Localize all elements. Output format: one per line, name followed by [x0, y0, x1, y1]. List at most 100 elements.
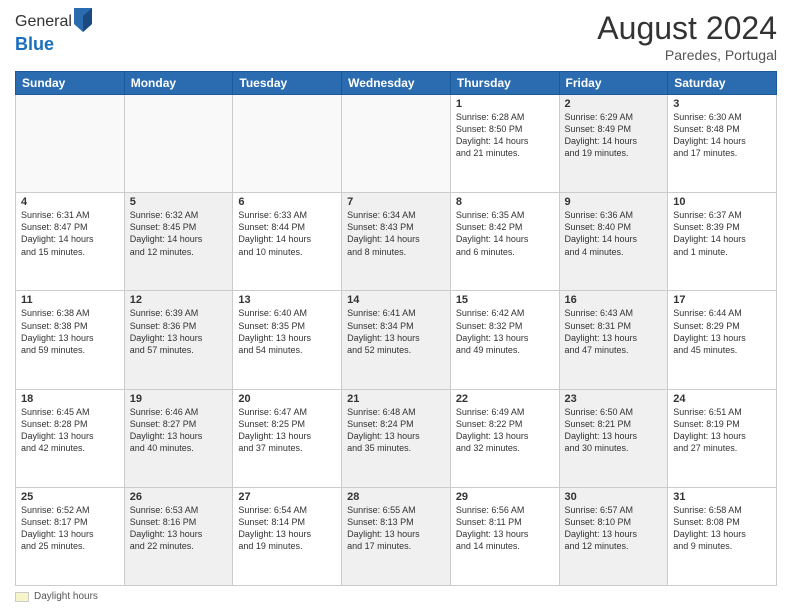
day-info: Sunrise: 6:38 AMSunset: 8:38 PMDaylight:…: [21, 307, 119, 356]
day-info: Sunrise: 6:56 AMSunset: 8:11 PMDaylight:…: [456, 504, 554, 553]
calendar-day-cell: 19Sunrise: 6:46 AMSunset: 8:27 PMDayligh…: [124, 389, 233, 487]
day-info: Sunrise: 6:30 AMSunset: 8:48 PMDaylight:…: [673, 111, 771, 160]
day-number: 17: [673, 294, 771, 306]
calendar-week-row: 1Sunrise: 6:28 AMSunset: 8:50 PMDaylight…: [16, 95, 777, 193]
day-info: Sunrise: 6:33 AMSunset: 8:44 PMDaylight:…: [238, 209, 336, 258]
day-number: 7: [347, 196, 445, 208]
day-info: Sunrise: 6:47 AMSunset: 8:25 PMDaylight:…: [238, 406, 336, 455]
day-number: 20: [238, 393, 336, 405]
day-info: Sunrise: 6:52 AMSunset: 8:17 PMDaylight:…: [21, 504, 119, 553]
logo: General Blue: [15, 10, 92, 55]
calendar-day-cell: [233, 95, 342, 193]
calendar-day-cell: 15Sunrise: 6:42 AMSunset: 8:32 PMDayligh…: [450, 291, 559, 389]
calendar-week-row: 25Sunrise: 6:52 AMSunset: 8:17 PMDayligh…: [16, 487, 777, 585]
day-number: 13: [238, 294, 336, 306]
day-info: Sunrise: 6:44 AMSunset: 8:29 PMDaylight:…: [673, 307, 771, 356]
calendar-table: SundayMondayTuesdayWednesdayThursdayFrid…: [15, 71, 777, 586]
day-info: Sunrise: 6:36 AMSunset: 8:40 PMDaylight:…: [565, 209, 663, 258]
day-number: 23: [565, 393, 663, 405]
calendar-day-cell: 7Sunrise: 6:34 AMSunset: 8:43 PMDaylight…: [342, 193, 451, 291]
day-info: Sunrise: 6:31 AMSunset: 8:47 PMDaylight:…: [21, 209, 119, 258]
day-number: 6: [238, 196, 336, 208]
day-info: Sunrise: 6:34 AMSunset: 8:43 PMDaylight:…: [347, 209, 445, 258]
day-info: Sunrise: 6:46 AMSunset: 8:27 PMDaylight:…: [130, 406, 228, 455]
day-info: Sunrise: 6:55 AMSunset: 8:13 PMDaylight:…: [347, 504, 445, 553]
calendar-day-cell: 21Sunrise: 6:48 AMSunset: 8:24 PMDayligh…: [342, 389, 451, 487]
logo-general-text: General: [15, 13, 72, 31]
calendar-day-cell: 28Sunrise: 6:55 AMSunset: 8:13 PMDayligh…: [342, 487, 451, 585]
weekday-header: Monday: [124, 72, 233, 95]
day-info: Sunrise: 6:51 AMSunset: 8:19 PMDaylight:…: [673, 406, 771, 455]
logo-blue-text: Blue: [15, 34, 54, 54]
calendar-day-cell: 29Sunrise: 6:56 AMSunset: 8:11 PMDayligh…: [450, 487, 559, 585]
calendar-day-cell: 4Sunrise: 6:31 AMSunset: 8:47 PMDaylight…: [16, 193, 125, 291]
header: General Blue August 2024 Paredes, Portug…: [15, 10, 777, 63]
legend-label: Daylight hours: [34, 591, 98, 602]
weekday-header: Friday: [559, 72, 668, 95]
legend-box: [15, 592, 29, 602]
day-number: 3: [673, 98, 771, 110]
day-info: Sunrise: 6:54 AMSunset: 8:14 PMDaylight:…: [238, 504, 336, 553]
day-info: Sunrise: 6:39 AMSunset: 8:36 PMDaylight:…: [130, 307, 228, 356]
calendar-day-cell: [342, 95, 451, 193]
calendar-day-cell: 5Sunrise: 6:32 AMSunset: 8:45 PMDaylight…: [124, 193, 233, 291]
calendar-day-cell: 11Sunrise: 6:38 AMSunset: 8:38 PMDayligh…: [16, 291, 125, 389]
day-number: 19: [130, 393, 228, 405]
calendar-day-cell: 3Sunrise: 6:30 AMSunset: 8:48 PMDaylight…: [668, 95, 777, 193]
day-number: 12: [130, 294, 228, 306]
day-number: 22: [456, 393, 554, 405]
weekday-header: Tuesday: [233, 72, 342, 95]
calendar-day-cell: 8Sunrise: 6:35 AMSunset: 8:42 PMDaylight…: [450, 193, 559, 291]
day-number: 27: [238, 491, 336, 503]
calendar-week-row: 18Sunrise: 6:45 AMSunset: 8:28 PMDayligh…: [16, 389, 777, 487]
calendar-day-cell: 22Sunrise: 6:49 AMSunset: 8:22 PMDayligh…: [450, 389, 559, 487]
day-info: Sunrise: 6:49 AMSunset: 8:22 PMDaylight:…: [456, 406, 554, 455]
day-number: 11: [21, 294, 119, 306]
day-info: Sunrise: 6:50 AMSunset: 8:21 PMDaylight:…: [565, 406, 663, 455]
day-number: 24: [673, 393, 771, 405]
day-number: 8: [456, 196, 554, 208]
day-number: 5: [130, 196, 228, 208]
day-number: 25: [21, 491, 119, 503]
day-number: 31: [673, 491, 771, 503]
day-number: 26: [130, 491, 228, 503]
day-number: 14: [347, 294, 445, 306]
day-info: Sunrise: 6:43 AMSunset: 8:31 PMDaylight:…: [565, 307, 663, 356]
day-number: 1: [456, 98, 554, 110]
day-info: Sunrise: 6:58 AMSunset: 8:08 PMDaylight:…: [673, 504, 771, 553]
day-number: 2: [565, 98, 663, 110]
logo-icon: [74, 8, 92, 32]
calendar-day-cell: 26Sunrise: 6:53 AMSunset: 8:16 PMDayligh…: [124, 487, 233, 585]
calendar-day-cell: 2Sunrise: 6:29 AMSunset: 8:49 PMDaylight…: [559, 95, 668, 193]
weekday-header: Sunday: [16, 72, 125, 95]
legend: Daylight hours: [15, 591, 777, 602]
day-info: Sunrise: 6:28 AMSunset: 8:50 PMDaylight:…: [456, 111, 554, 160]
calendar-day-cell: 6Sunrise: 6:33 AMSunset: 8:44 PMDaylight…: [233, 193, 342, 291]
day-info: Sunrise: 6:41 AMSunset: 8:34 PMDaylight:…: [347, 307, 445, 356]
day-info: Sunrise: 6:57 AMSunset: 8:10 PMDaylight:…: [565, 504, 663, 553]
day-info: Sunrise: 6:35 AMSunset: 8:42 PMDaylight:…: [456, 209, 554, 258]
calendar-day-cell: 24Sunrise: 6:51 AMSunset: 8:19 PMDayligh…: [668, 389, 777, 487]
weekday-header: Thursday: [450, 72, 559, 95]
page: General Blue August 2024 Paredes, Portug…: [0, 0, 792, 612]
day-info: Sunrise: 6:45 AMSunset: 8:28 PMDaylight:…: [21, 406, 119, 455]
title-block: August 2024 Paredes, Portugal: [597, 10, 777, 63]
calendar-day-cell: 14Sunrise: 6:41 AMSunset: 8:34 PMDayligh…: [342, 291, 451, 389]
calendar-day-cell: 31Sunrise: 6:58 AMSunset: 8:08 PMDayligh…: [668, 487, 777, 585]
calendar-day-cell: 9Sunrise: 6:36 AMSunset: 8:40 PMDaylight…: [559, 193, 668, 291]
day-number: 30: [565, 491, 663, 503]
calendar-day-cell: 13Sunrise: 6:40 AMSunset: 8:35 PMDayligh…: [233, 291, 342, 389]
weekday-header: Saturday: [668, 72, 777, 95]
calendar-day-cell: 20Sunrise: 6:47 AMSunset: 8:25 PMDayligh…: [233, 389, 342, 487]
day-info: Sunrise: 6:42 AMSunset: 8:32 PMDaylight:…: [456, 307, 554, 356]
calendar-day-cell: 17Sunrise: 6:44 AMSunset: 8:29 PMDayligh…: [668, 291, 777, 389]
day-number: 28: [347, 491, 445, 503]
calendar-day-cell: 12Sunrise: 6:39 AMSunset: 8:36 PMDayligh…: [124, 291, 233, 389]
calendar-day-cell: 25Sunrise: 6:52 AMSunset: 8:17 PMDayligh…: [16, 487, 125, 585]
calendar-day-cell: 18Sunrise: 6:45 AMSunset: 8:28 PMDayligh…: [16, 389, 125, 487]
weekday-header: Wednesday: [342, 72, 451, 95]
day-number: 9: [565, 196, 663, 208]
calendar-day-cell: 30Sunrise: 6:57 AMSunset: 8:10 PMDayligh…: [559, 487, 668, 585]
calendar-day-cell: [124, 95, 233, 193]
day-info: Sunrise: 6:48 AMSunset: 8:24 PMDaylight:…: [347, 406, 445, 455]
